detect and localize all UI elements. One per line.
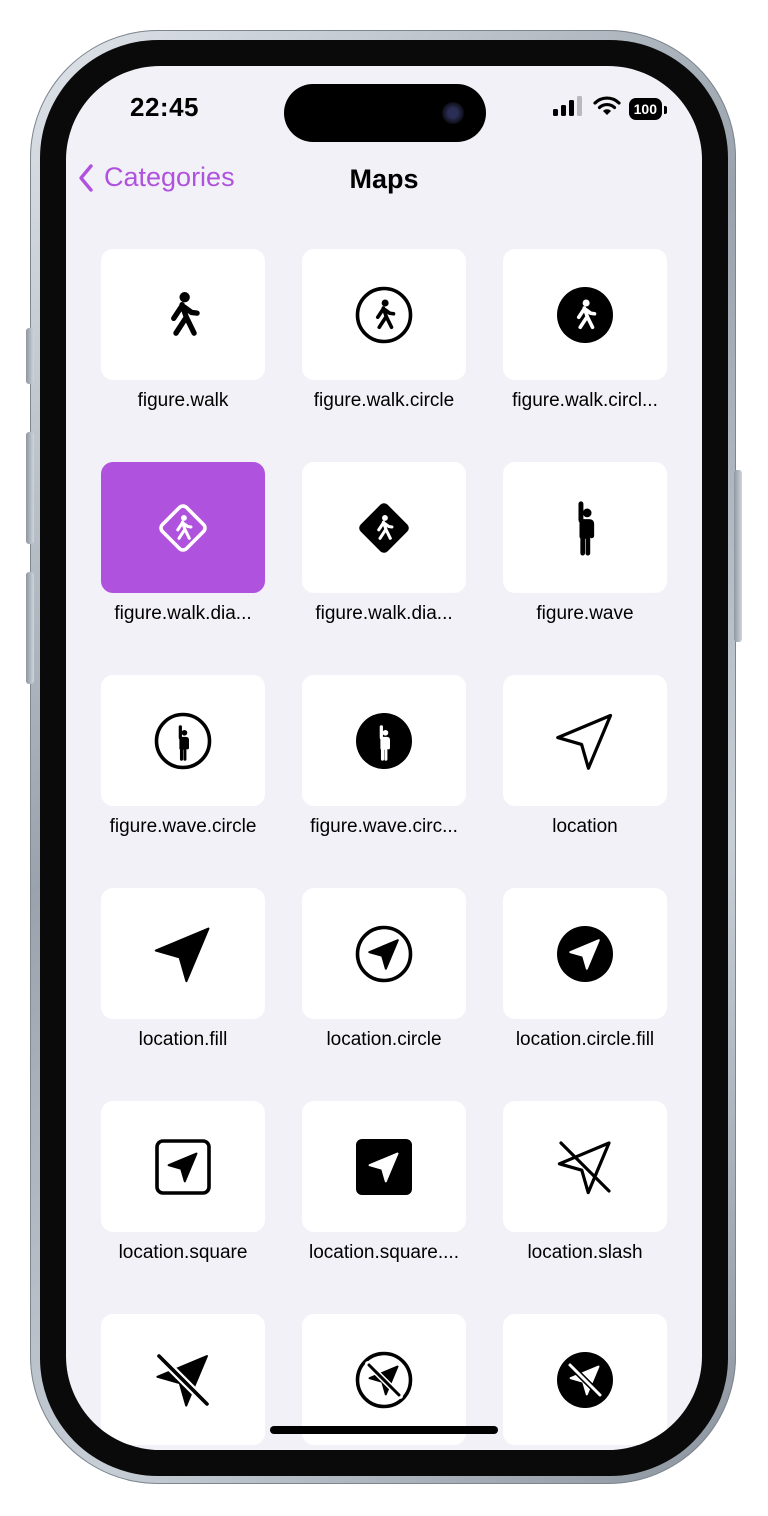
symbol-tile[interactable] — [101, 249, 265, 380]
symbol-cell[interactable]: location — [503, 675, 669, 845]
screen: 22:45 100 Categories Maps figure.walk fi… — [66, 66, 702, 1450]
symbol-cell[interactable] — [101, 1314, 267, 1450]
figure-walk-circle-icon — [349, 280, 419, 350]
symbol-cell[interactable]: location.slash — [503, 1101, 669, 1271]
symbol-tile[interactable] — [101, 1314, 265, 1445]
symbol-label: location.slash — [527, 1242, 643, 1263]
symbol-label: figure.wave — [536, 603, 634, 624]
location-slash-circle-fill-icon — [550, 1345, 620, 1415]
symbol-label: location.square — [118, 1242, 248, 1263]
symbol-label: location.circle.fill — [515, 1029, 655, 1050]
symbol-label: location.circle — [326, 1029, 442, 1050]
symbol-label: figure.walk.circl... — [512, 390, 658, 411]
figure-walk-icon — [148, 280, 218, 350]
symbol-cell[interactable]: figure.walk.circle — [302, 249, 468, 419]
symbol-label: figure.walk.dia... — [114, 603, 252, 624]
volume-down-button — [26, 572, 34, 684]
action-button — [26, 328, 34, 384]
symbol-cell[interactable]: figure.wave.circ... — [302, 675, 468, 845]
navigation-bar: Categories Maps — [66, 154, 702, 204]
home-indicator — [270, 1426, 498, 1434]
symbol-cell[interactable]: figure.walk — [101, 249, 267, 419]
status-time: 22:45 — [130, 92, 199, 122]
symbol-tile[interactable] — [302, 888, 466, 1019]
figure-wave-icon — [550, 493, 620, 563]
location-slash-icon — [550, 1132, 620, 1202]
back-button[interactable]: Categories — [78, 162, 235, 193]
figure-walk-diamond-fill-icon — [349, 493, 419, 563]
symbol-cell[interactable]: figure.walk.dia... — [101, 462, 267, 632]
camera-icon — [442, 102, 464, 124]
symbol-cell[interactable]: location.circle.fill — [503, 888, 669, 1058]
symbol-tile[interactable] — [101, 888, 265, 1019]
symbol-label: figure.walk.circle — [313, 390, 455, 411]
location-icon — [550, 706, 620, 776]
symbol-tile[interactable] — [302, 1101, 466, 1232]
symbol-tile[interactable] — [101, 462, 265, 593]
symbol-tile[interactable] — [503, 675, 667, 806]
volume-up-button — [26, 432, 34, 544]
symbol-tile[interactable] — [503, 1314, 667, 1445]
wifi-icon — [593, 96, 621, 121]
location-slash-fill-icon — [148, 1345, 218, 1415]
location-fill-icon — [148, 919, 218, 989]
symbol-tile[interactable] — [503, 462, 667, 593]
symbol-cell[interactable]: location.fill — [101, 888, 267, 1058]
symbol-tile[interactable] — [503, 888, 667, 1019]
symbol-cell[interactable]: figure.wave — [503, 462, 669, 632]
location-square-fill-icon — [349, 1132, 419, 1202]
symbol-label: location — [552, 816, 618, 837]
figure-wave-circle-fill-icon — [349, 706, 419, 776]
symbol-tile[interactable] — [101, 675, 265, 806]
symbol-cell[interactable]: figure.walk.dia... — [302, 462, 468, 632]
symbol-cell[interactable]: location.square — [101, 1101, 267, 1271]
symbol-cell[interactable]: location.square.... — [302, 1101, 468, 1271]
symbol-tile[interactable] — [302, 675, 466, 806]
location-circle-icon — [349, 919, 419, 989]
symbol-tile[interactable] — [503, 249, 667, 380]
figure-walk-diamond-icon — [148, 493, 218, 563]
figure-wave-circle-icon — [148, 706, 218, 776]
cellular-signal-icon — [552, 96, 585, 121]
symbol-label: figure.walk — [137, 390, 229, 411]
location-circle-fill-icon — [550, 919, 620, 989]
dynamic-island — [284, 84, 486, 142]
power-button — [734, 470, 742, 642]
back-button-label: Categories — [104, 162, 235, 192]
symbol-label: location.square.... — [309, 1242, 459, 1263]
location-slash-circle-icon — [349, 1345, 419, 1415]
symbol-tile[interactable] — [101, 1101, 265, 1232]
figure-walk-circle-fill-icon — [550, 280, 620, 350]
symbol-label: figure.wave.circle — [109, 816, 257, 837]
symbol-tile[interactable] — [302, 249, 466, 380]
symbol-cell[interactable]: figure.walk.circl... — [503, 249, 669, 419]
symbol-cell[interactable] — [503, 1314, 669, 1450]
symbol-cell[interactable]: location.circle — [302, 888, 468, 1058]
symbol-label: figure.walk.dia... — [315, 603, 453, 624]
chevron-left-icon — [79, 163, 93, 192]
symbol-tile[interactable] — [302, 462, 466, 593]
symbol-label: figure.wave.circ... — [310, 816, 458, 837]
symbol-cell[interactable]: figure.wave.circle — [101, 675, 267, 845]
symbol-tile[interactable] — [503, 1101, 667, 1232]
symbol-label: location.fill — [138, 1029, 228, 1050]
battery-icon: 100 — [628, 97, 668, 120]
location-square-icon — [148, 1132, 218, 1202]
status-icons: 100 — [552, 96, 668, 121]
